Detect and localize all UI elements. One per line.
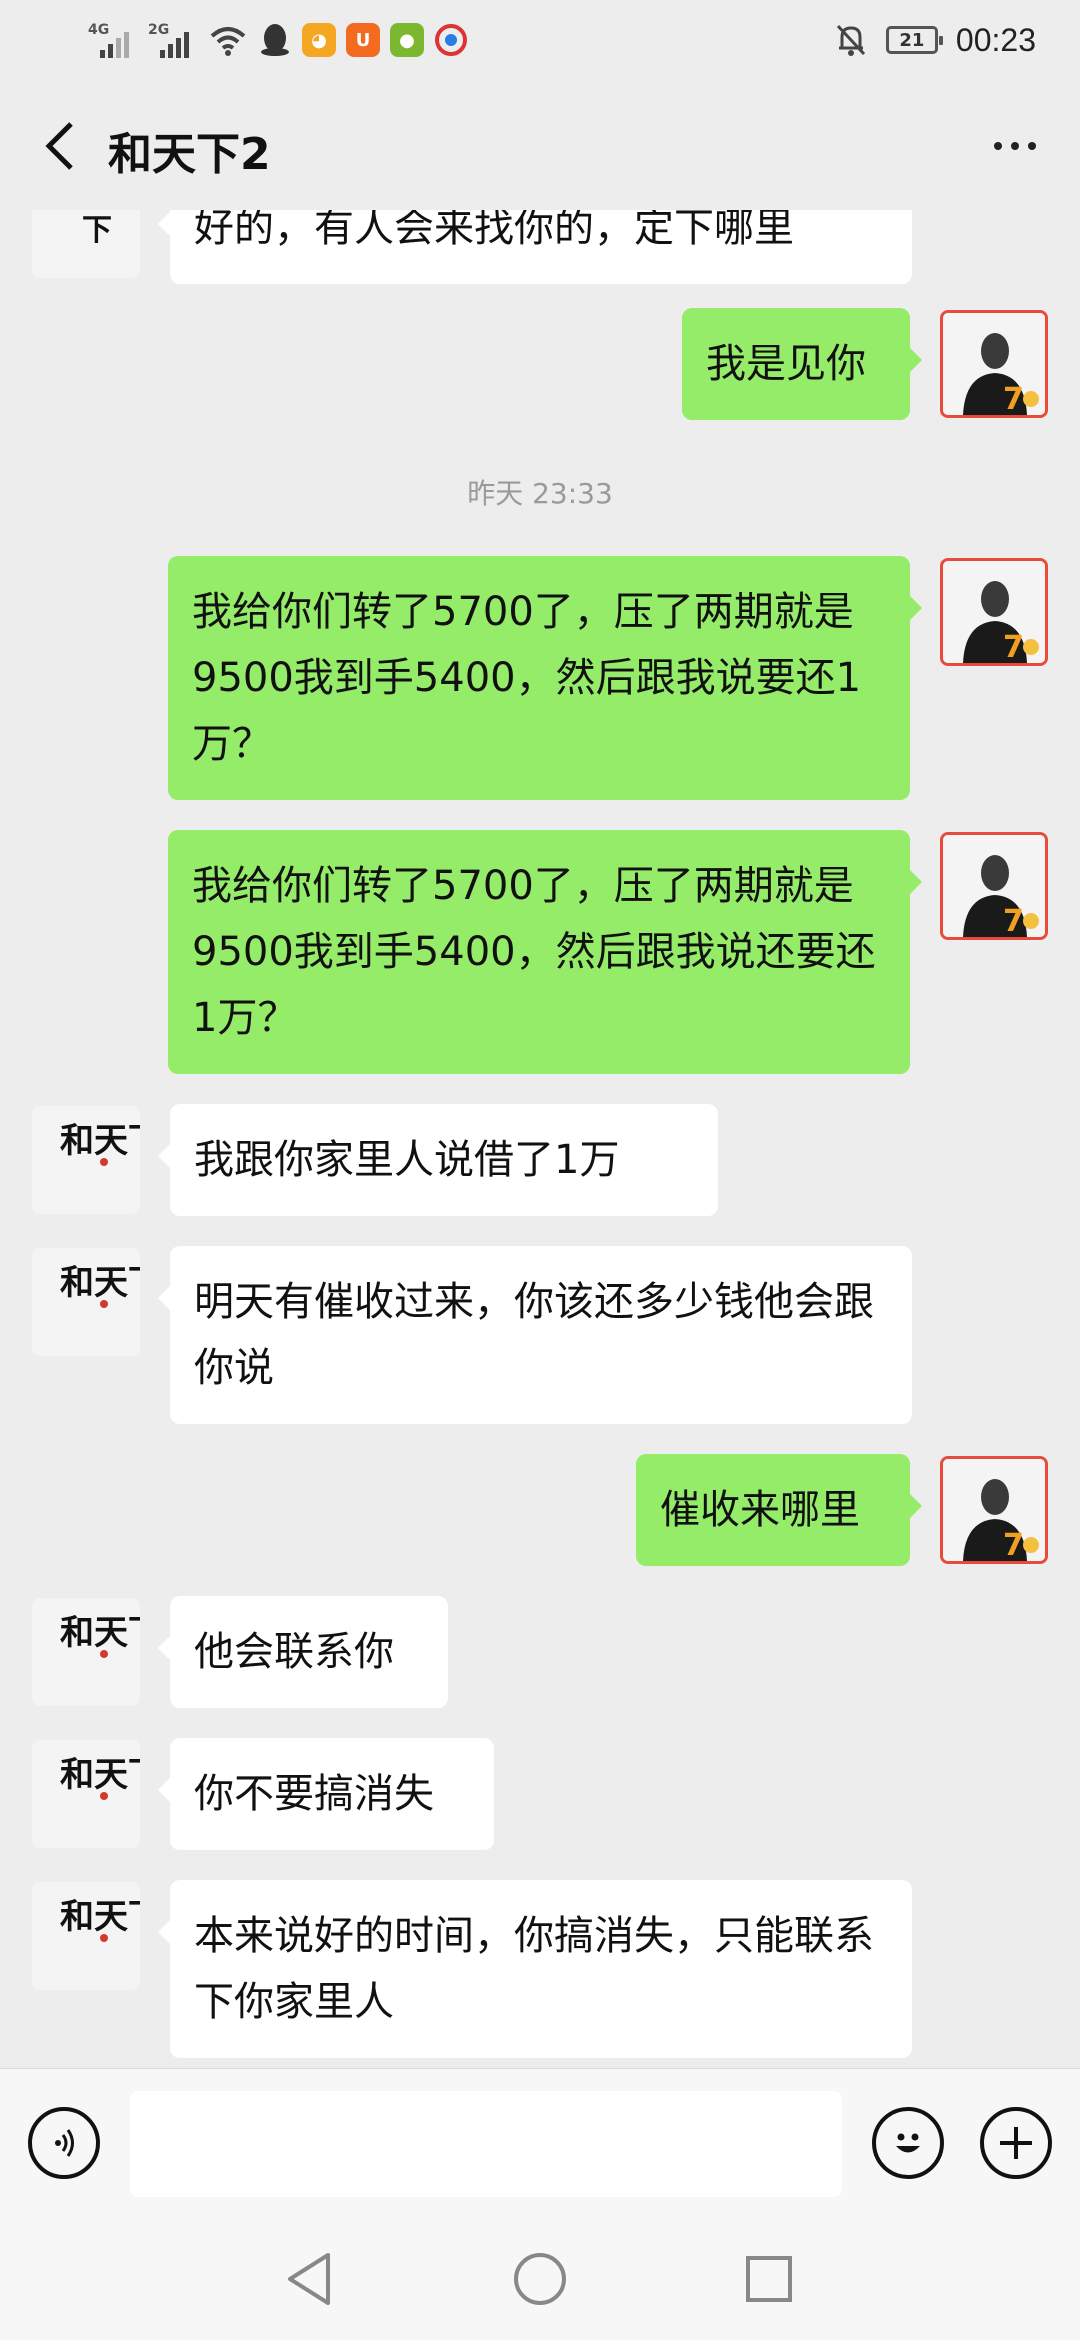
message-list[interactable]: 下 好的，有人会来找你的，定下哪里 7 我是见你 昨天 23:33 7 我给你们…: [0, 210, 1080, 2068]
input-bar: [0, 2068, 1080, 2218]
system-navigation-bar: [0, 2218, 1080, 2340]
message-bubble-incoming[interactable]: 本来说好的时间，你搞消失，只能联系下你家里人: [158, 1880, 912, 2058]
message-input[interactable]: [130, 2091, 842, 2197]
app-icon-circle: [435, 24, 467, 56]
contact-avatar[interactable]: 和天下: [32, 1598, 140, 1706]
avatar-text: 和天下: [60, 1897, 140, 1937]
message-bubble-outgoing[interactable]: 我是见你: [682, 308, 922, 420]
svg-text:7: 7: [1003, 1528, 1024, 1561]
battery-icon: 21: [885, 26, 943, 54]
message-text: 明天有催收过来，你该还多少钱他会跟你说: [194, 1279, 874, 1391]
dot-icon: [1028, 142, 1036, 150]
contact-avatar[interactable]: 和天下: [32, 1248, 140, 1356]
plus-icon: [1000, 2127, 1032, 2159]
message-timestamp: 昨天 23:33: [467, 477, 613, 510]
voice-input-button[interactable]: [28, 2107, 100, 2179]
contact-avatar[interactable]: 和天下: [32, 1740, 140, 1848]
svg-text:7: 7: [1003, 382, 1024, 415]
my-avatar[interactable]: 7: [940, 558, 1048, 666]
dot-icon: [1011, 142, 1019, 150]
square-recents-icon: [746, 2256, 792, 2302]
status-bar: 4G 2G ◕ U ● 21 00:23: [0, 0, 1080, 82]
contact-avatar[interactable]: 和天下: [32, 1882, 140, 1990]
avatar-text: 和天下: [60, 1263, 140, 1303]
message-bubble-incoming[interactable]: 他会联系你: [158, 1596, 448, 1708]
message-text: 本来说好的时间，你搞消失，只能联系下你家里人: [194, 1913, 874, 2025]
my-avatar[interactable]: 7: [940, 310, 1048, 418]
signal-icon-sim2: 2G: [148, 20, 198, 60]
message-bubble-incoming[interactable]: 好的，有人会来找你的，定下哪里: [158, 210, 912, 284]
status-right: 21 00:23: [834, 18, 1036, 62]
message-bubble-outgoing[interactable]: 催收来哪里: [636, 1454, 922, 1566]
back-button[interactable]: [30, 116, 90, 176]
voice-icon: [55, 2129, 74, 2157]
dot-icon: [994, 142, 1002, 150]
contact-avatar[interactable]: 下: [32, 210, 140, 278]
contact-avatar[interactable]: 和天下: [32, 1106, 140, 1214]
app-icon-green: ●: [390, 23, 424, 57]
qq-icon: [261, 24, 289, 56]
uc-browser-icon: U: [346, 23, 380, 57]
message-text: 他会联系你: [194, 1629, 394, 1675]
avatar-text: 和天下: [60, 1121, 140, 1161]
message-bubble-outgoing[interactable]: 我给你们转了5700了，压了两期就是9500我到手5400，然后跟我说还要还1万…: [168, 830, 922, 1074]
chat-header: 和天下2: [0, 82, 1080, 210]
signal-icon-sim1: 4G: [88, 20, 138, 60]
app-icon-orange: ◕: [302, 23, 336, 57]
chat-title: 和天下2: [108, 129, 271, 180]
notifications-off-icon: [836, 24, 866, 56]
my-avatar[interactable]: 7: [940, 1456, 1048, 1564]
circle-home-icon: [514, 2253, 566, 2305]
nav-back-button[interactable]: [274, 2244, 344, 2314]
message-text: 我给你们转了5700了，压了两期就是9500我到手5400，然后跟我说还要还1万…: [192, 863, 876, 1041]
nav-home-button[interactable]: [505, 2244, 575, 2314]
message-bubble-incoming[interactable]: 明天有催收过来，你该还多少钱他会跟你说: [158, 1246, 912, 1424]
svg-text:7: 7: [1003, 904, 1024, 937]
svg-text:下: 下: [82, 213, 112, 248]
message-text: 我给你们转了5700了，压了两期就是9500我到手5400，然后跟我说要还1万？: [192, 589, 862, 767]
emoji-button[interactable]: [872, 2107, 944, 2179]
message-text: 催收来哪里: [660, 1487, 860, 1533]
triangle-back-icon: [288, 2253, 330, 2305]
message-text: 我跟你家里人说借了1万: [194, 1137, 620, 1183]
clock: 00:23: [955, 21, 1036, 58]
chevron-left-icon: [45, 122, 73, 170]
message-bubble-incoming[interactable]: 我跟你家里人说借了1万: [158, 1104, 718, 1216]
message-text: 好的，有人会来找你的，定下哪里: [194, 210, 794, 251]
message-bubble-incoming[interactable]: 你不要搞消失: [158, 1738, 494, 1850]
more-options-button[interactable]: [980, 116, 1050, 176]
message-text: 我是见你: [706, 341, 866, 387]
avatar-text: 和天下: [60, 1613, 140, 1653]
wifi-icon: [210, 27, 246, 56]
battery-level: 21: [899, 29, 925, 51]
nav-recents-button[interactable]: [734, 2244, 804, 2314]
svg-text:7: 7: [1003, 630, 1024, 663]
status-left: 4G 2G ◕ U ●: [88, 18, 468, 62]
message-text: 你不要搞消失: [194, 1771, 434, 1817]
message-bubble-outgoing[interactable]: 我给你们转了5700了，压了两期就是9500我到手5400，然后跟我说要还1万？: [168, 556, 922, 800]
avatar-text: 和天下: [60, 1755, 140, 1795]
smiley-icon: [896, 2133, 920, 2153]
more-functions-button[interactable]: [980, 2107, 1052, 2179]
my-avatar[interactable]: 7: [940, 832, 1048, 940]
